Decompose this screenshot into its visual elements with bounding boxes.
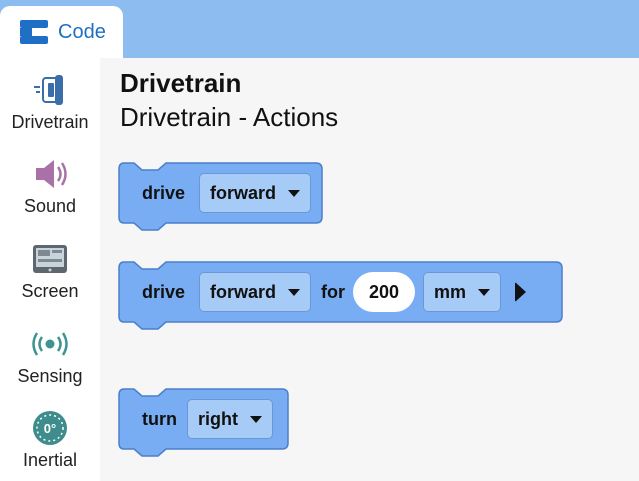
tab-code[interactable]: Code — [0, 6, 123, 58]
sensing-icon — [32, 332, 68, 356]
direction-dropdown[interactable]: forward — [199, 272, 312, 312]
block-keyword: drive — [142, 182, 186, 203]
distance-value: 200 — [369, 281, 400, 302]
drivetrain-icon — [34, 75, 63, 105]
drive-for-block[interactable]: drive forward for 200 mm — [118, 261, 564, 333]
sidebar-item-label: Screen — [21, 281, 79, 301]
drive-block[interactable]: drive forward — [118, 162, 324, 234]
caret-down-icon — [288, 288, 301, 296]
category-title: Drivetrain — [120, 68, 242, 98]
category-sidebar: Drivetrain Sound Screen Sensing 0° Inert… — [0, 58, 100, 481]
sidebar-item-label: Sound — [23, 196, 77, 216]
caret-down-icon — [288, 189, 301, 197]
inertial-icon-text: 0° — [44, 421, 56, 436]
sidebar-item-sensing[interactable]: Sensing — [0, 326, 100, 387]
turn-block[interactable]: turn right — [118, 388, 290, 460]
sidebar-item-sound[interactable]: Sound — [0, 156, 100, 217]
distance-input[interactable]: 200 — [353, 272, 416, 312]
block-keyword: turn — [142, 408, 177, 429]
dropdown-value: mm — [434, 281, 467, 302]
category-subtitle: Drivetrain - Actions — [120, 102, 339, 132]
sidebar-item-inertial[interactable]: 0° Inertial — [0, 410, 100, 471]
sidebar-item-screen[interactable]: Screen — [0, 241, 100, 302]
top-bar: Code — [0, 0, 639, 58]
blocks-icon — [20, 20, 48, 44]
caret-down-icon — [250, 415, 262, 423]
sidebar-item-label: Sensing — [17, 366, 83, 386]
block-palette: Drivetrain Drivetrain - Actions drive fo… — [100, 58, 639, 481]
inertial-icon: 0° — [33, 411, 67, 445]
expand-arrow-icon[interactable] — [515, 282, 527, 302]
block-for-label: for — [321, 281, 346, 302]
sidebar-item-drivetrain[interactable]: Drivetrain — [0, 72, 100, 133]
sidebar-item-label: Inertial — [22, 450, 78, 470]
dropdown-value: forward — [210, 281, 277, 302]
caret-down-icon — [478, 288, 491, 296]
speaker-icon — [36, 160, 67, 188]
turn-direction-dropdown[interactable]: right — [187, 399, 273, 439]
screen-icon — [33, 245, 67, 273]
tab-code-label: Code — [58, 20, 106, 43]
dropdown-value: right — [198, 408, 238, 429]
block-keyword: drive — [142, 281, 186, 302]
direction-dropdown[interactable]: forward — [199, 173, 312, 213]
dropdown-value: forward — [210, 182, 277, 203]
unit-dropdown[interactable]: mm — [423, 272, 502, 312]
sidebar-item-label: Drivetrain — [11, 112, 89, 132]
